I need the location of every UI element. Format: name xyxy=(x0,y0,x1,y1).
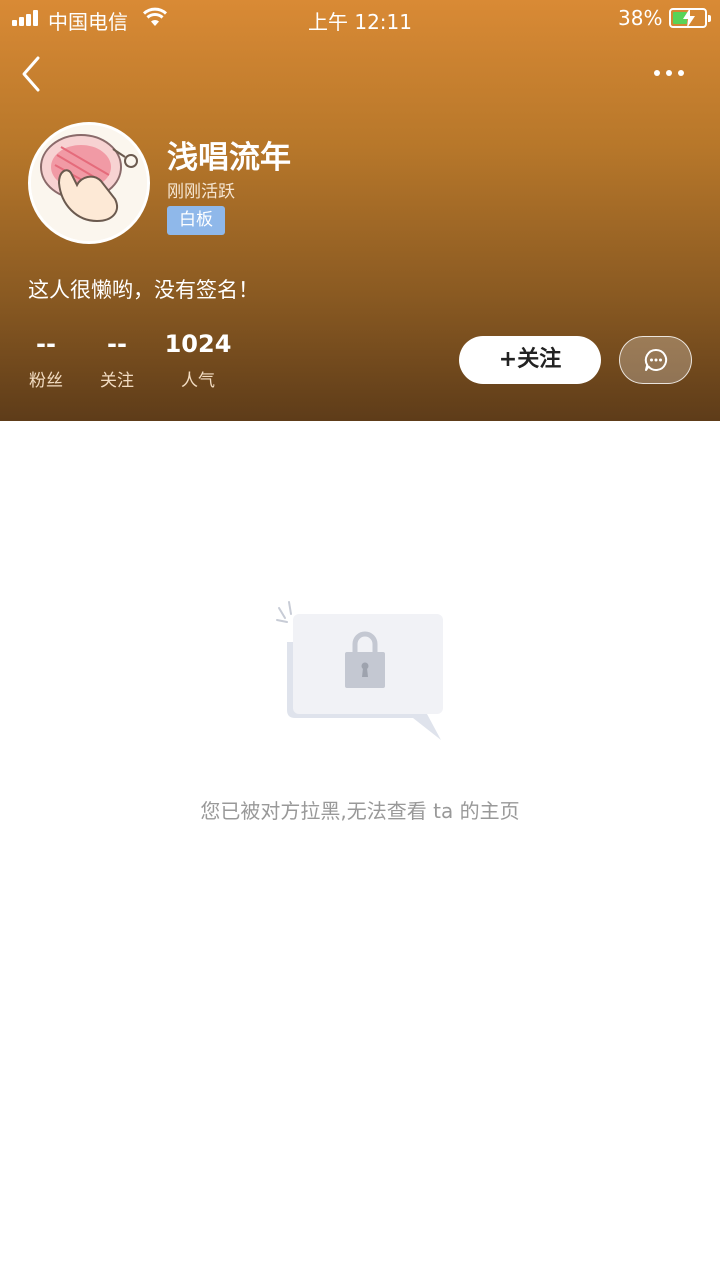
user-tag-badge: 白板 xyxy=(167,206,225,235)
active-status: 刚刚活跃 xyxy=(167,182,235,202)
locked-message-icon xyxy=(276,601,443,740)
blocked-message: 您已被对方拉黑,无法查看 ta 的主页 xyxy=(200,799,520,823)
stat-popularity-label: 人气 xyxy=(181,371,215,391)
user-name: 浅唱流年 xyxy=(167,140,291,176)
stat-fans[interactable]: -- 粉丝 xyxy=(6,328,86,391)
profile-header: 中国电信 上午 12:11 38% 浅唱流年 刚刚活跃 白板 这人很懒哟，没有签… xyxy=(0,0,720,421)
battery-icon xyxy=(669,8,711,28)
back-button[interactable] xyxy=(16,54,50,94)
battery-percent: 38% xyxy=(618,6,663,30)
avatar[interactable] xyxy=(28,122,150,244)
chevron-left-icon xyxy=(22,56,40,92)
stat-popularity: 1024 人气 xyxy=(158,328,238,391)
message-button[interactable] xyxy=(619,336,692,384)
stat-popularity-value: 1024 xyxy=(164,330,232,358)
stat-fans-value: -- xyxy=(36,330,56,358)
status-bar: 中国电信 上午 12:11 38% xyxy=(0,0,720,38)
signature: 这人很懒哟，没有签名！ xyxy=(28,278,259,302)
avatar-image xyxy=(31,125,147,241)
stat-following-label: 关注 xyxy=(100,371,134,391)
stat-fans-label: 粉丝 xyxy=(29,371,63,391)
follow-button[interactable]: +关注 xyxy=(459,336,601,384)
stat-following[interactable]: -- 关注 xyxy=(77,328,157,391)
chat-bubble-icon xyxy=(644,348,668,371)
clock: 上午 12:11 xyxy=(308,10,412,34)
stat-following-value: -- xyxy=(107,330,127,358)
lock-illustration xyxy=(275,598,445,743)
more-options-button[interactable] xyxy=(648,60,690,86)
